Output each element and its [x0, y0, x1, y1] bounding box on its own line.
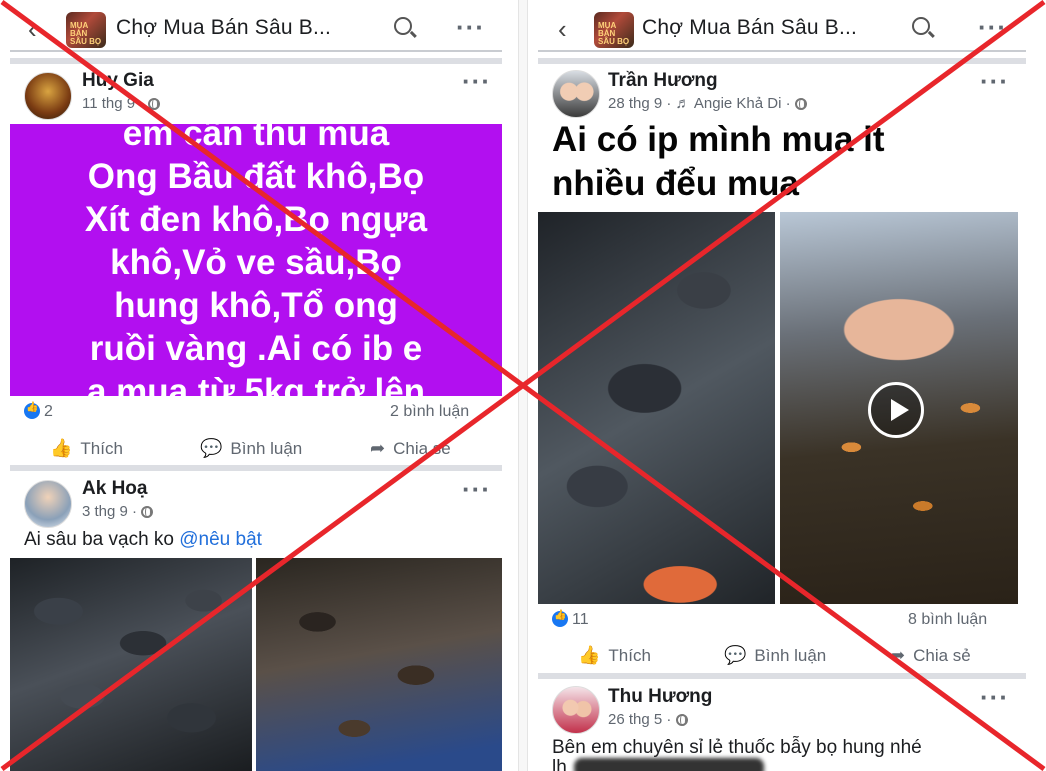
avatar[interactable]	[24, 72, 72, 120]
post-date[interactable]: 11 thg 9	[82, 95, 135, 112]
comment-label: Bình luận	[754, 646, 827, 665]
share-icon: ➦	[370, 438, 386, 458]
search-icon[interactable]	[394, 17, 412, 35]
like-count[interactable]: 2	[24, 402, 53, 421]
post-photo[interactable]	[10, 558, 252, 771]
more-dots-icon[interactable]: ···	[980, 682, 1009, 713]
comment-icon: 💬	[724, 645, 747, 665]
more-dots-icon[interactable]: ···	[456, 12, 485, 43]
left-screenshot: ‹ MUA BÁN SÂU BỌ Chợ Mua Bán Sâu B... ··…	[0, 0, 518, 771]
post-text-body: Ai sâu ba vạch ko	[24, 529, 180, 550]
post-text: Ai sâu ba vạch ko @nêu bật	[24, 529, 262, 551]
share-icon: ➦	[890, 645, 906, 665]
like-count[interactable]: 11	[552, 610, 589, 629]
like-button[interactable]: 👍 Thích	[578, 645, 651, 666]
post-text-background[interactable]: em cần thu mua Ong Bầu đất khô,Bọ Xít đe…	[10, 124, 502, 396]
post-meta: 11 thg 9 ·	[82, 95, 161, 112]
share-button[interactable]: ➦ Chia sẻ	[890, 645, 971, 666]
comment-label: Bình luận	[230, 439, 303, 458]
post-author[interactable]: Ak Hoạ	[82, 478, 147, 500]
group-avatar-text: MUA BÁN SÂU BỌ	[598, 21, 630, 46]
globe-icon	[141, 506, 154, 518]
share-label: Chia sẻ	[913, 646, 971, 665]
more-dots-icon[interactable]: ···	[978, 12, 1007, 43]
more-dots-icon[interactable]: ···	[462, 66, 491, 97]
post-author[interactable]: Trần Hương	[608, 70, 718, 92]
comment-icon: 💬	[200, 438, 223, 458]
post-text: Ai có ip mình mua it nhiều đểu mua	[552, 120, 885, 203]
post-date[interactable]: 26 thg 5	[608, 711, 662, 728]
post-photo[interactable]	[256, 558, 502, 771]
group-avatar-text: MUA BÁN SÂU BỌ	[70, 21, 102, 46]
thumbs-up-icon: 👍	[50, 438, 73, 458]
group-avatar[interactable]: MUA BÁN SÂU BỌ	[66, 12, 106, 48]
thumbs-up-icon: 👍	[578, 645, 601, 665]
right-screenshot: ‹ MUA BÁN SÂU BỌ Chợ Mua Bán Sâu B... ··…	[528, 0, 1046, 771]
feed-separator	[10, 465, 502, 471]
like-label: Thích	[80, 439, 123, 458]
more-dots-icon[interactable]: ···	[980, 66, 1009, 97]
post-author[interactable]: Thu Hương	[608, 686, 712, 708]
post-text: em cần thu mua Ong Bầu đất khô,Bọ Xít đe…	[84, 124, 428, 396]
back-arrow-icon[interactable]: ‹	[28, 14, 37, 45]
like-number: 11	[572, 611, 589, 628]
avatar[interactable]	[552, 70, 600, 118]
mention-link[interactable]: @nêu bật	[179, 529, 262, 550]
redaction-scribble	[574, 758, 764, 771]
feed-separator	[538, 58, 1026, 64]
avatar[interactable]	[24, 480, 72, 528]
avatar[interactable]	[552, 686, 600, 734]
post-video[interactable]	[780, 212, 1018, 604]
globe-icon	[148, 98, 161, 110]
header-divider	[10, 50, 502, 52]
comment-button[interactable]: 💬 Bình luận	[724, 645, 826, 666]
panel-divider	[518, 0, 528, 771]
group-header: ‹ MUA BÁN SÂU BỌ Chợ Mua Bán Sâu B... ··…	[0, 0, 518, 56]
globe-icon	[675, 714, 688, 726]
post-text-line2: lh	[552, 757, 567, 771]
like-number: 2	[44, 403, 53, 420]
post-date[interactable]: 28 thg 9 · ♬ Angie Khả Di	[608, 95, 781, 112]
post-date[interactable]: 3 thg 9	[82, 503, 128, 520]
play-icon[interactable]	[868, 382, 924, 438]
like-button[interactable]: 👍 Thích	[50, 438, 123, 459]
feed-separator	[538, 673, 1026, 679]
post-text: Bên em chuyên sỉ lẻ thuốc bẫy bọ hung nh…	[552, 737, 922, 758]
search-icon[interactable]	[912, 17, 930, 35]
group-title[interactable]: Chợ Mua Bán Sâu B...	[116, 16, 331, 40]
more-dots-icon[interactable]: ···	[462, 474, 491, 505]
share-label: Chia sẻ	[393, 439, 451, 458]
header-divider	[538, 50, 1026, 52]
thumbs-up-icon	[552, 610, 568, 627]
feed-separator	[10, 58, 502, 64]
comment-count[interactable]: 2 bình luận	[390, 403, 469, 421]
post-meta: 26 thg 5 ·	[608, 711, 688, 728]
group-header: ‹ MUA BÁN SÂU BỌ Chợ Mua Bán Sâu B... ··…	[528, 0, 1046, 56]
post-meta: 28 thg 9 · ♬ Angie Khả Di ·	[608, 95, 807, 112]
comment-button[interactable]: 💬 Bình luận	[200, 438, 302, 459]
share-button[interactable]: ➦ Chia sẻ	[370, 438, 451, 459]
thumbs-up-icon	[24, 402, 40, 419]
post-author[interactable]: Huy Gia	[82, 70, 154, 92]
group-title[interactable]: Chợ Mua Bán Sâu B...	[642, 16, 857, 40]
back-arrow-icon[interactable]: ‹	[558, 14, 567, 45]
comment-count[interactable]: 8 bình luận	[908, 611, 987, 629]
group-avatar[interactable]: MUA BÁN SÂU BỌ	[594, 12, 634, 48]
globe-icon	[794, 98, 807, 110]
like-label: Thích	[608, 646, 651, 665]
post-meta: 3 thg 9 ·	[82, 503, 154, 520]
post-photo[interactable]	[538, 212, 775, 604]
